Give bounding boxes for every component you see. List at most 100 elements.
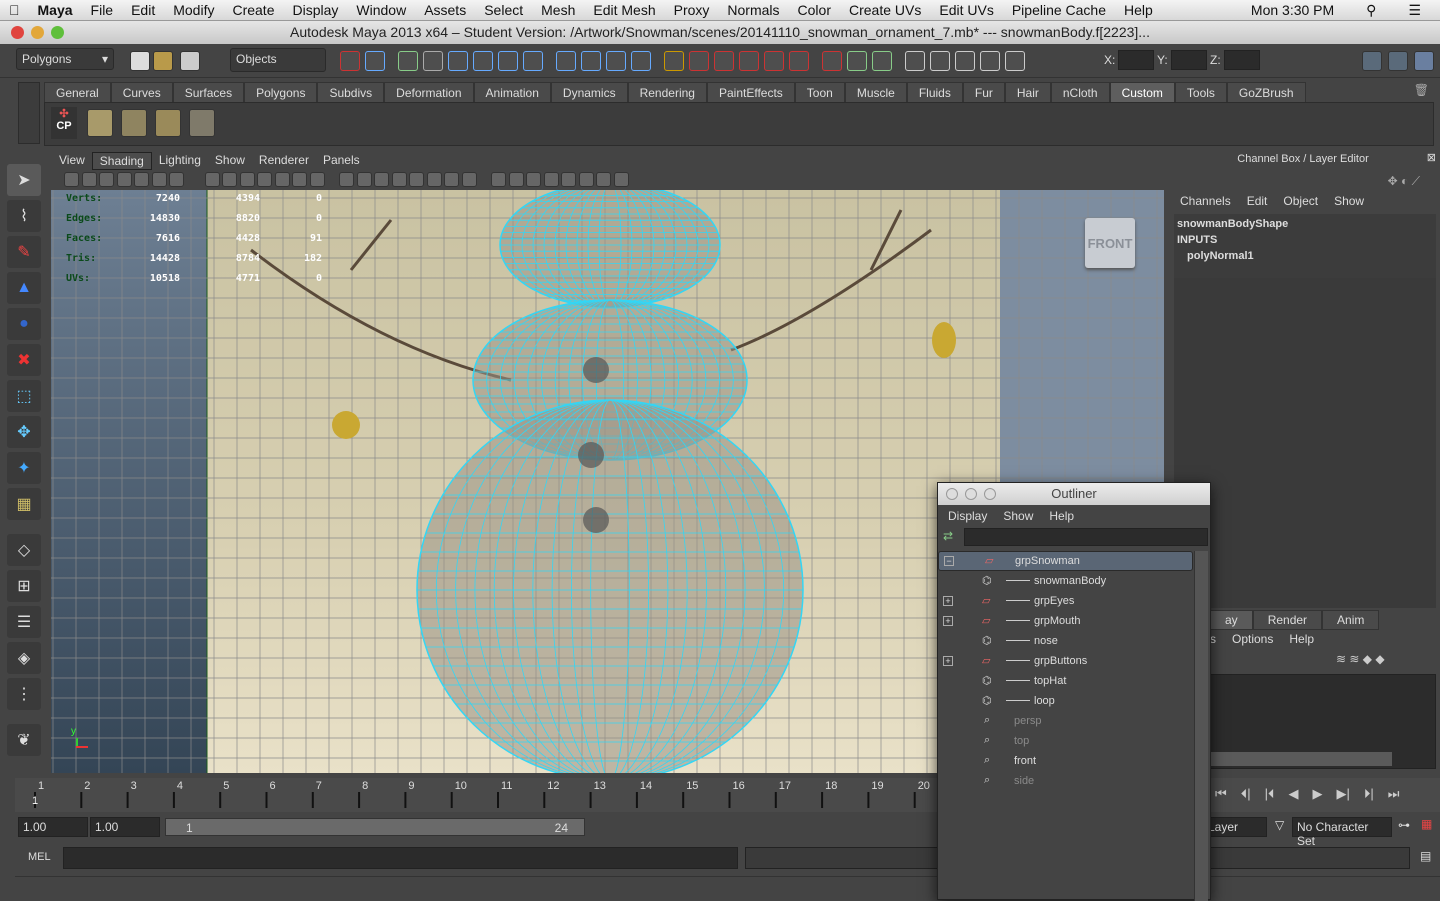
panel-toolbar-icon[interactable]: [151, 172, 167, 187]
panel-toolbar-icon[interactable]: [134, 172, 149, 187]
select-tool-icon[interactable]: ➤: [7, 164, 41, 196]
outliner-item[interactable]: ⌬ loop: [938, 691, 1193, 711]
tool-settings-icon[interactable]: [1388, 51, 1408, 71]
panel-menu-show[interactable]: Show: [208, 152, 252, 170]
new-scene-icon[interactable]: [130, 51, 150, 71]
panel-toolbar-icon[interactable]: [292, 172, 307, 187]
shelf-tab-ncloth[interactable]: nCloth: [1050, 82, 1110, 102]
save-scene-icon[interactable]: [180, 51, 200, 71]
outliner-item[interactable]: ⌬ snowmanBody: [938, 571, 1193, 591]
minimize-button[interactable]: [31, 26, 44, 39]
status-tool-icon[interactable]: [556, 51, 576, 71]
go-to-start-icon[interactable]: ⏮: [1215, 786, 1227, 802]
trash-icon[interactable]: 🗑: [1414, 83, 1429, 97]
status-tool-icon[interactable]: [955, 51, 975, 71]
panel-menu-panels[interactable]: Panels: [316, 152, 367, 170]
status-tool-icon[interactable]: [448, 51, 468, 71]
last-tool-icon[interactable]: ✦: [7, 452, 41, 484]
scale-tool-icon[interactable]: ✖: [7, 344, 41, 376]
status-tool-icon[interactable]: [581, 51, 601, 71]
open-scene-icon[interactable]: [153, 51, 173, 71]
expand-icon[interactable]: +: [943, 616, 953, 626]
shelf-tab-fur[interactable]: Fur: [962, 82, 1005, 102]
panel-toolbar-icon[interactable]: [309, 172, 325, 187]
panel-toolbar-icon[interactable]: [391, 172, 407, 187]
shelf-tab-gozbrush[interactable]: GoZBrush: [1226, 82, 1306, 102]
status-tool-icon[interactable]: [664, 51, 684, 71]
channel-box-icon[interactable]: [1414, 51, 1434, 71]
x-field[interactable]: [1118, 50, 1154, 70]
status-tool-icon[interactable]: [498, 51, 518, 71]
outliner-filter-field[interactable]: [964, 528, 1208, 546]
shelf-tab-deformation[interactable]: Deformation: [384, 82, 474, 102]
channel-settings-icons[interactable]: ✥ ◐ ⟋: [1388, 174, 1420, 189]
outliner-item[interactable]: ⌕ persp: [938, 711, 1193, 731]
play-forward-icon[interactable]: ▶: [1312, 786, 1322, 802]
menu-proxy[interactable]: Proxy: [674, 2, 710, 18]
layer-menu-item[interactable]: Options: [1232, 632, 1273, 646]
outliner-item[interactable]: ⌕ front: [938, 751, 1193, 771]
anim-start-field[interactable]: 1.00: [90, 817, 160, 837]
list-icon[interactable]: ☰: [1408, 2, 1421, 19]
panel-menu-shading[interactable]: Shading: [91, 152, 152, 170]
outliner-item[interactable]: + ▱ grpMouth: [938, 611, 1193, 631]
menu-edit-uvs[interactable]: Edit UVs: [939, 2, 993, 18]
graph-layout-icon[interactable]: ◈: [7, 642, 41, 674]
status-tool-icon[interactable]: [930, 51, 950, 71]
time-slider[interactable]: 1 2 3 4 5 6 7 8 9 10 11 12 13 14 15 16 17 18 19 20 1 ⏮ ⏴| |⏴ ◀ ▶…: [15, 778, 1440, 812]
outliner-item[interactable]: + ▱ grpEyes: [938, 591, 1193, 611]
close-button[interactable]: [11, 26, 24, 39]
panel-toolbar-icon[interactable]: [426, 172, 442, 187]
character-set-dropdown[interactable]: No Character Set: [1292, 817, 1392, 848]
preferences-icon[interactable]: ▦: [1421, 817, 1432, 831]
range-slider-bar[interactable]: 1 24: [165, 818, 585, 836]
menu-file[interactable]: File: [91, 2, 114, 18]
panel-toolbar-icon[interactable]: [374, 172, 389, 187]
shelf-tab-custom[interactable]: Custom: [1109, 82, 1175, 102]
uv-tool-icon[interactable]: [87, 109, 113, 137]
start-time-field[interactable]: 1.00: [18, 817, 88, 837]
menu-normals[interactable]: Normals: [727, 2, 779, 18]
shelf-tab-surfaces[interactable]: Surfaces: [172, 82, 245, 102]
panel-toolbar-icon[interactable]: [356, 172, 372, 187]
menu-window[interactable]: Window: [356, 2, 406, 18]
panel-toolbar-icon[interactable]: [561, 172, 576, 187]
input-node[interactable]: polyNormal1: [1177, 248, 1433, 264]
panel-toolbar-icon[interactable]: [169, 172, 184, 187]
outliner-item[interactable]: ⌕ side: [938, 771, 1193, 791]
spotlight-icon[interactable]: ⚲: [1366, 2, 1376, 19]
channel-list[interactable]: snowmanBodyShape INPUTS polyNormal1: [1174, 214, 1436, 278]
panel-toolbar-icon[interactable]: [204, 172, 220, 187]
status-tool-icon[interactable]: [398, 51, 418, 71]
status-tool-icon[interactable]: [905, 51, 925, 71]
panel-toolbar-icon[interactable]: [339, 172, 354, 187]
soft-mod-icon[interactable]: ✥: [7, 416, 41, 448]
mel-input[interactable]: [63, 847, 738, 869]
status-tool-icon[interactable]: [340, 51, 360, 71]
panel-toolbar-icon[interactable]: [116, 172, 132, 187]
shelf-tab-toon[interactable]: Toon: [794, 82, 845, 102]
outliner-menu-help[interactable]: Help: [1049, 509, 1074, 523]
shelf-tab-tools[interactable]: Tools: [1174, 82, 1227, 102]
anim-layer-arrow-icon[interactable]: ▽: [1275, 818, 1284, 832]
move-tool-icon[interactable]: ▲: [7, 272, 41, 304]
outliner-item[interactable]: − ▱ grpSnowman: [938, 551, 1193, 571]
shelf-tab-dynamics[interactable]: Dynamics: [550, 82, 628, 102]
auto-key-icon[interactable]: ⊶: [1398, 818, 1410, 832]
status-tool-icon[interactable]: [980, 51, 1000, 71]
shelf-tab-muscle[interactable]: Muscle: [844, 82, 907, 102]
status-tool-icon[interactable]: [1005, 51, 1025, 71]
status-tool-icon[interactable]: [631, 51, 651, 71]
menu-pipeline-cache[interactable]: Pipeline Cache: [1012, 2, 1106, 18]
expand-icon[interactable]: +: [943, 596, 953, 606]
y-field[interactable]: [1171, 50, 1207, 70]
menu-help[interactable]: Help: [1124, 2, 1153, 18]
rotate-tool-icon[interactable]: ●: [7, 308, 41, 340]
mel-label[interactable]: MEL: [28, 851, 51, 863]
outliner-minimize-button[interactable]: [965, 488, 977, 500]
panel-toolbar-icon[interactable]: [613, 172, 629, 187]
shelf-tab-hair[interactable]: Hair: [1004, 82, 1051, 102]
status-tool-icon[interactable]: [739, 51, 759, 71]
single-view-layout-icon[interactable]: ◇: [7, 534, 41, 566]
status-tool-icon[interactable]: [764, 51, 784, 71]
